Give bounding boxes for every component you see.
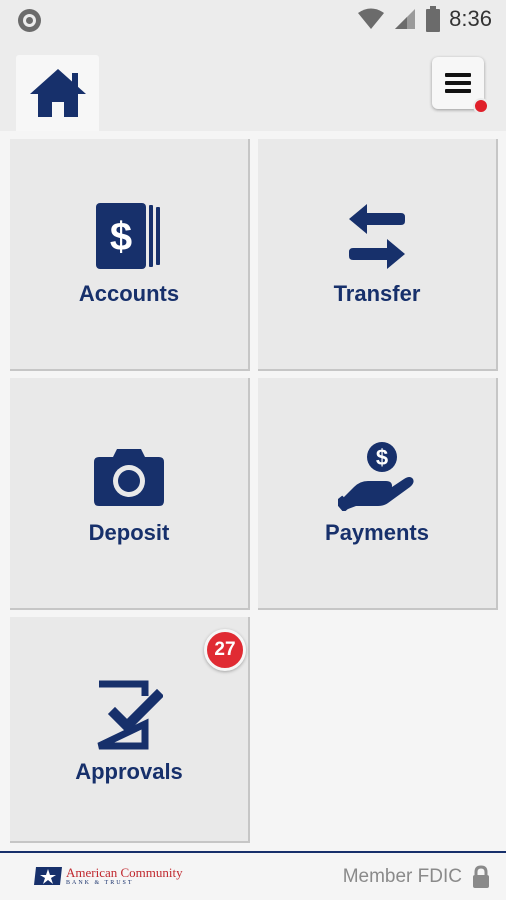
hamburger-menu-icon — [445, 73, 471, 93]
star-flag-icon — [34, 867, 62, 885]
svg-text:$: $ — [110, 215, 132, 259]
tile-payments[interactable]: $ Payments — [258, 378, 498, 610]
home-tab[interactable] — [16, 55, 99, 131]
signal-icon — [395, 9, 416, 29]
battery-icon — [426, 6, 441, 32]
footer: American Community BANK & TRUST Member F… — [0, 851, 506, 900]
status-icons: 8:36 — [357, 6, 492, 32]
accounts-icon: $ — [96, 203, 160, 269]
tile-label: Payments — [325, 520, 429, 545]
notification-circle-icon — [18, 9, 41, 32]
home-icon — [29, 69, 86, 117]
app-bar — [0, 40, 506, 131]
tile-label: Accounts — [78, 281, 180, 306]
tile-deposit[interactable]: Deposit — [10, 378, 250, 610]
bank-name: American Community — [66, 864, 183, 880]
notification-dot — [473, 98, 489, 114]
svg-text:$: $ — [376, 445, 388, 470]
bank-subtitle: BANK & TRUST — [66, 879, 134, 886]
approval-check-icon — [97, 680, 163, 750]
tile-transfer[interactable]: Transfer — [258, 139, 498, 371]
lock-icon — [473, 865, 489, 888]
payment-hand-icon: $ — [338, 442, 414, 511]
status-time: 8:36 — [449, 6, 492, 31]
tile-approvals[interactable]: Approvals 27 — [10, 617, 250, 843]
approvals-count-badge: 27 — [204, 629, 246, 671]
tile-accounts[interactable]: $ Accounts — [10, 139, 250, 371]
bank-logo: American Community BANK & TRUST — [34, 865, 183, 887]
wifi-icon — [358, 8, 385, 29]
camera-icon — [94, 449, 164, 506]
tile-label: Approvals — [75, 759, 183, 784]
status-bar: 8:36 — [0, 0, 506, 40]
transfer-icon — [349, 204, 405, 269]
tile-label: Transfer — [333, 281, 421, 306]
tile-label: Deposit — [88, 520, 170, 545]
member-fdic-label: Member FDIC — [342, 866, 462, 887]
